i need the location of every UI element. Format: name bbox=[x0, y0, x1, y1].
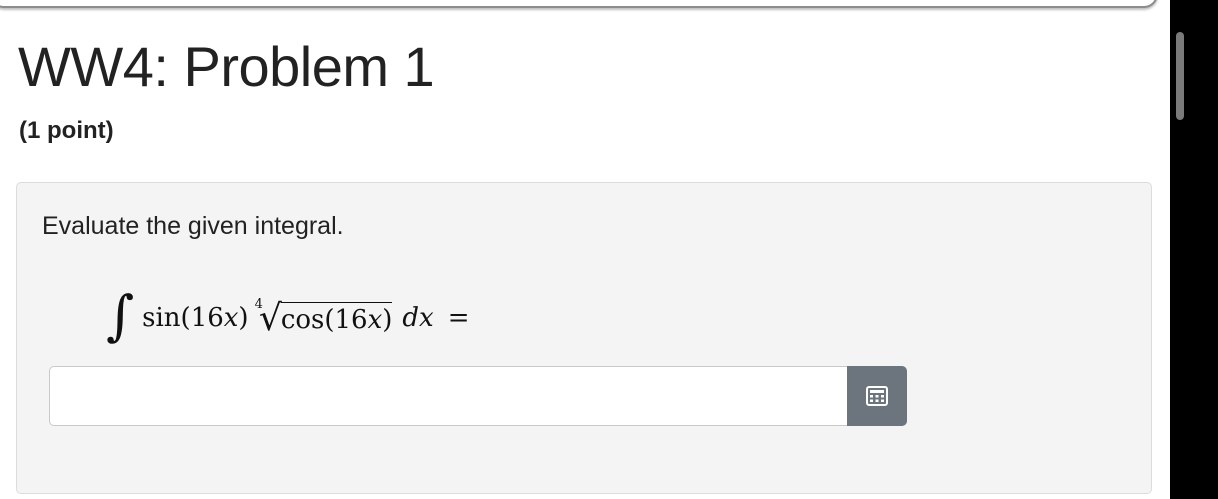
root-index: 4 bbox=[254, 296, 263, 312]
equals-sign: = bbox=[447, 303, 470, 333]
page-title: WW4: Problem 1 bbox=[18, 35, 435, 98]
points-label: (1 point) bbox=[19, 117, 114, 144]
scrollbar-thumb[interactable] bbox=[1176, 32, 1184, 120]
equation-editor-button[interactable] bbox=[847, 366, 907, 426]
previous-card-edge bbox=[0, 0, 1158, 8]
sine-factor: sin(16𝑥) bbox=[142, 303, 249, 333]
integral-sign: ∫ bbox=[106, 284, 135, 347]
calculator-grid-icon bbox=[866, 386, 888, 406]
integral-expression: ∫ sin(16𝑥) 4 √ cos(16𝑥) 𝑑𝑥 = bbox=[106, 278, 470, 358]
radicand: cos(16𝑥) bbox=[280, 301, 393, 335]
differential: 𝑑𝑥 bbox=[402, 303, 434, 333]
answer-input[interactable] bbox=[49, 366, 849, 426]
problem-prompt: Evaluate the given integral. bbox=[42, 212, 344, 240]
